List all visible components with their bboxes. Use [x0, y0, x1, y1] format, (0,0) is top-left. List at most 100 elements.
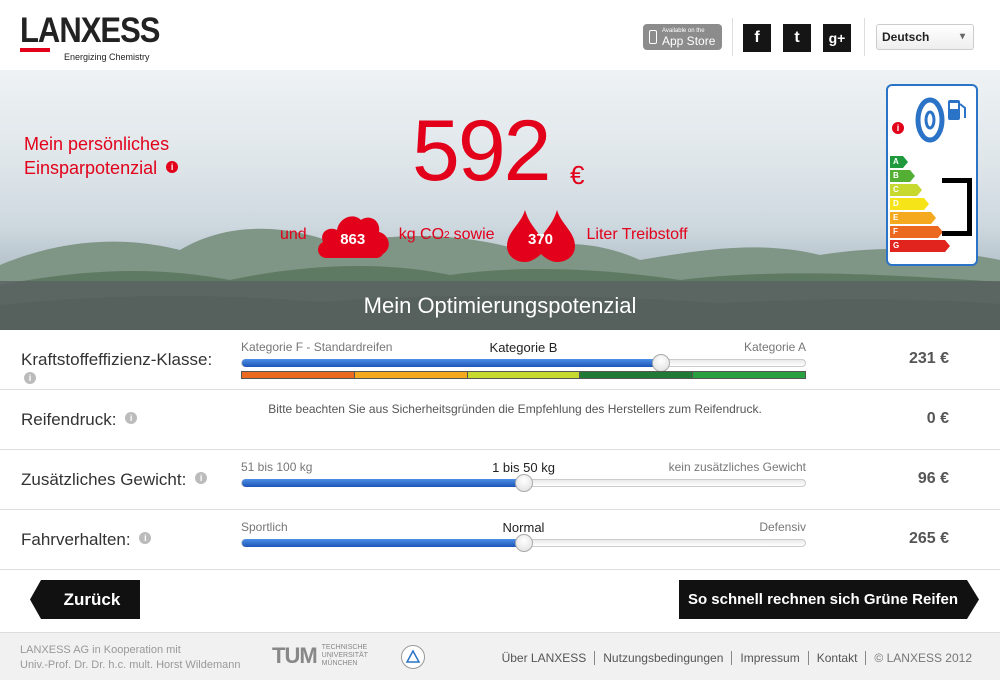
chevron-down-icon: ▾	[959, 31, 965, 42]
fuel-value: 370	[528, 230, 554, 248]
footer: LANXESS AG in Kooperation mit Univ.-Prof…	[0, 632, 1000, 680]
info-icon[interactable]: i	[195, 472, 208, 484]
seal-icon	[401, 645, 425, 669]
slider-track[interactable]	[241, 474, 806, 492]
fuel-efficiency-value: 231 €	[908, 350, 949, 367]
eu-tire-label: i ABCDEFG	[886, 84, 978, 266]
tire-pressure-row: Reifendruck: i Bitte beachten Sie aus Si…	[0, 390, 1000, 450]
co2-unit-pre: kg CO	[398, 226, 445, 243]
tire-pressure-note: Bitte beachten Sie aus Sicherheitsgründe…	[268, 402, 762, 416]
slider-track[interactable]	[241, 354, 806, 372]
footer-link-imprint[interactable]: Impressum	[731, 651, 807, 665]
fuel-drop-badge: 370	[503, 206, 579, 264]
info-icon[interactable]: i	[139, 532, 152, 544]
efficiency-class-c: C	[890, 184, 922, 196]
additional-weight-row: Zusätzliches Gewicht: i 51 bis 100 kg 1 …	[0, 450, 1000, 510]
savings-currency: €	[570, 160, 585, 190]
slider-fill	[242, 359, 662, 367]
tum-logo-mark: TUM	[272, 643, 318, 668]
efficiency-strip-segment	[242, 372, 355, 378]
driving-style-row: Fahrverhalten: i Sportlich Normal Defens…	[0, 510, 1000, 570]
savings-details: und 863 kg CO 2 sowie 370 Liter Treibstof…	[280, 210, 688, 262]
efficiency-class-g: G	[890, 240, 950, 252]
slider-track[interactable]	[241, 534, 806, 552]
header: LANXESS Energizing Chemistry Available o…	[0, 0, 1000, 70]
info-icon: i	[892, 122, 904, 134]
co2-subscript: 2	[444, 229, 450, 241]
fuel-efficiency-slider[interactable]: Kategorie F - Standardreifen Kategorie B…	[241, 340, 806, 379]
footer-link-terms[interactable]: Nutzungsbedingungen	[594, 651, 731, 665]
efficiency-strip-segment	[354, 372, 468, 378]
additional-weight-label: Zusätzliches Gewicht:	[21, 470, 187, 489]
efficiency-class-d: D	[890, 198, 929, 210]
fuel-efficiency-label: Kraftstoffeffizienz-Klasse:	[21, 350, 213, 369]
label-info-icon[interactable]: i	[892, 122, 904, 140]
footer-cooperation: LANXESS AG in Kooperation mit Univ.-Prof…	[20, 643, 240, 673]
logo-red-bar	[20, 48, 50, 52]
slider-center-label: Normal	[502, 520, 545, 535]
page: LANXESS Energizing Chemistry Available o…	[0, 0, 1000, 680]
twitter-button[interactable]: t	[783, 24, 811, 52]
header-separator	[864, 18, 865, 56]
app-store-button[interactable]: Available on the App Store	[643, 24, 722, 50]
efficiency-class-e: E	[890, 212, 936, 224]
iphone-icon	[649, 30, 657, 44]
logo-tagline: Energizing Chemistry	[64, 52, 150, 62]
fuel-efficiency-row: Kraftstoffeffizienz-Klasse: i Kategorie …	[0, 330, 1000, 390]
headline-line1: Mein persönliches	[24, 134, 170, 154]
efficiency-strip-segment	[580, 372, 694, 378]
savings-prefix: und	[280, 226, 307, 243]
language-value: Deutsch	[882, 30, 930, 44]
header-separator	[732, 18, 733, 56]
efficiency-class-a: A	[890, 156, 908, 168]
slider-fill	[242, 479, 524, 487]
slider-thumb[interactable]	[652, 354, 671, 372]
tum-text-3: MÜNCHEN	[321, 660, 358, 667]
slider-thumb[interactable]	[514, 474, 533, 492]
tum-logo-text: TECHNISCHE UNIVERSITÄT MÜNCHEN	[322, 644, 368, 668]
slider-right-label: kein zusätzliches Gewicht	[668, 460, 806, 474]
footer-text-line1: LANXESS AG in Kooperation mit	[20, 644, 181, 656]
facebook-button[interactable]: f	[743, 24, 771, 52]
logo-text: LANXESS	[20, 9, 160, 50]
additional-weight-value: 96 €	[917, 470, 949, 487]
driving-style-label-wrap: Fahrverhalten: i	[21, 530, 152, 550]
headline-line2: Einsparpotenzial	[24, 158, 158, 178]
co2-unit-post: sowie	[453, 226, 495, 243]
additional-weight-label-wrap: Zusätzliches Gewicht: i	[21, 470, 208, 490]
selected-class-bracket	[942, 178, 972, 236]
efficiency-class-b: B	[890, 170, 915, 182]
google-plus-button[interactable]: g+	[823, 24, 851, 52]
appstore-big-text: App Store	[662, 33, 716, 48]
fuel-unit: Liter Treibstoff	[586, 226, 688, 243]
back-button[interactable]: Zurück	[30, 580, 140, 619]
slider-right-label: Defensiv	[759, 520, 806, 534]
footer-link-about[interactable]: Über LANXESS	[494, 651, 595, 665]
info-icon[interactable]: i	[166, 161, 179, 173]
slider-labels: Kategorie F - Standardreifen Kategorie B…	[241, 340, 806, 356]
slider-center-label: Kategorie B	[489, 340, 558, 355]
slider-thumb[interactable]	[514, 534, 533, 552]
footer-links: Über LANXESS Nutzungsbedingungen Impress…	[494, 651, 980, 665]
additional-weight-slider[interactable]: 51 bis 100 kg 1 bis 50 kg kein zusätzlic…	[241, 460, 806, 492]
tum-text-2: UNIVERSITÄT	[321, 652, 368, 659]
driving-style-slider[interactable]: Sportlich Normal Defensiv	[241, 520, 806, 552]
seal-emblem-icon	[405, 649, 421, 663]
tum-logo[interactable]: TUM TECHNISCHE UNIVERSITÄT MÜNCHEN	[272, 643, 368, 669]
lanxess-logo[interactable]: LANXESS Energizing Chemistry	[20, 11, 160, 62]
efficiency-class-f: F	[890, 226, 943, 238]
optimization-band-title: Mein Optimierungspotenzial	[0, 281, 1000, 330]
co2-cloud-badge: 863	[315, 212, 391, 258]
green-tires-button[interactable]: So schnell rechnen sich Grüne Reifen	[679, 580, 979, 619]
slider-fill	[242, 539, 524, 547]
tum-text-1: TECHNISCHE	[321, 644, 368, 651]
co2-value: 863	[340, 230, 366, 248]
footer-link-contact[interactable]: Kontakt	[807, 651, 866, 665]
fuel-efficiency-info[interactable]: i	[24, 372, 36, 390]
language-select[interactable]: Deutsch ▾	[876, 24, 974, 50]
efficiency-strip-segment	[693, 372, 805, 378]
footer-text-line2: Univ.-Prof. Dr. Dr. h.c. mult. Horst Wil…	[20, 659, 241, 671]
driving-style-label: Fahrverhalten:	[21, 530, 131, 549]
savings-headline: Mein persönliches Einsparpotenzial i	[24, 132, 179, 180]
tire-fuel-icon	[915, 97, 966, 143]
